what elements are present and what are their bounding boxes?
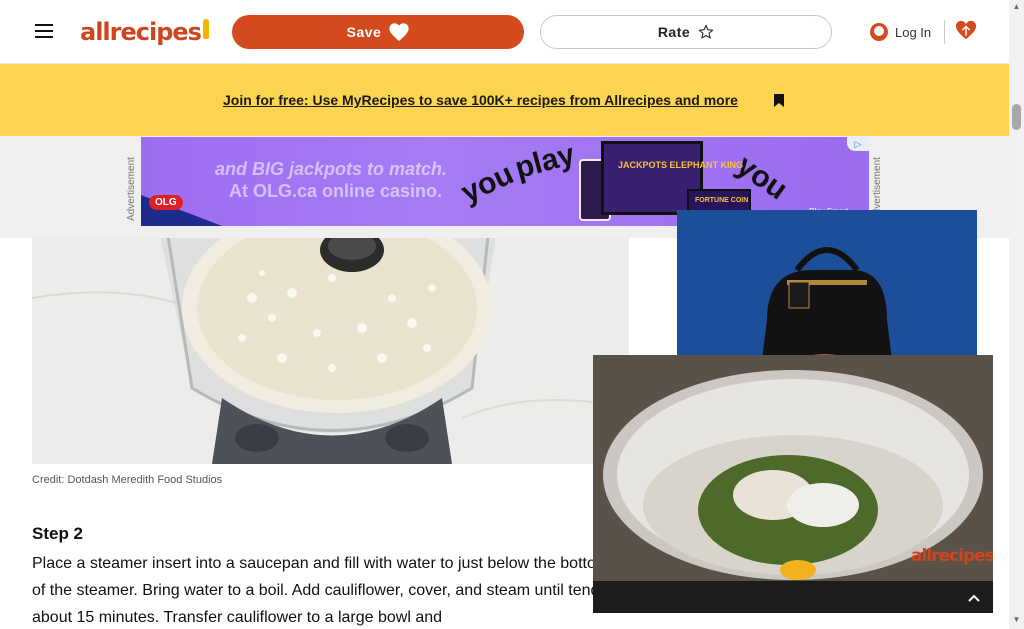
star-icon	[698, 24, 714, 39]
save-button[interactable]: Save	[232, 15, 524, 49]
step-heading: Step 2	[32, 524, 84, 543]
food-processor-illustration	[32, 238, 629, 464]
ad-word-you-1: you	[456, 157, 519, 210]
video-controls-bar	[593, 581, 993, 613]
ad-game-title-2: FORTUNE COIN	[695, 197, 749, 204]
site-header: allrecipes Save Rate Log In	[0, 0, 1009, 64]
header-divider	[944, 20, 945, 44]
menu-icon[interactable]	[33, 20, 55, 42]
floating-video-player[interactable]: allrecipes	[593, 355, 993, 613]
ad-line-2: At OLG.ca online casino.	[229, 181, 443, 201]
ad-line-1: and BIG jackpots to match.	[215, 159, 448, 179]
scroll-down-icon[interactable]: ▼	[1011, 615, 1022, 625]
rate-button-label: Rate	[657, 24, 691, 40]
scroll-up-icon[interactable]: ▲	[1011, 2, 1022, 12]
login-label: Log In	[895, 24, 932, 40]
spoon-icon	[202, 19, 209, 39]
food-processor-photo	[32, 238, 629, 464]
login-link[interactable]: Log In	[870, 20, 931, 44]
close-video-icon[interactable]	[963, 589, 985, 609]
logo-text: allrecipes	[80, 18, 202, 46]
allrecipes-logo[interactable]: allrecipes	[80, 15, 209, 49]
recipe-page: allrecipes Save Rate Log In Join for fre…	[0, 0, 1024, 629]
saved-heart-icon[interactable]	[955, 20, 977, 42]
myrecipes-join-link[interactable]: Join for free: Use MyRecipes to save 100…	[223, 92, 738, 108]
rate-button[interactable]: Rate	[540, 15, 832, 49]
olg-logo: OLG	[149, 195, 183, 210]
scrollbar-thumb[interactable]	[1012, 104, 1021, 130]
bookmark-icon[interactable]	[773, 93, 785, 108]
adchoices-icon[interactable]: ▷	[847, 137, 869, 151]
ad-word-play: play	[511, 137, 579, 186]
image-credit: Credit: Dotdash Meredith Food Studios	[32, 474, 223, 486]
heart-icon	[389, 23, 409, 41]
page-scrollbar[interactable]	[1009, 0, 1024, 629]
video-watermark-logo: allrecipes	[911, 546, 993, 566]
advertisement-label-left: Advertisement	[126, 157, 137, 221]
ad-game-title: JACKPOTS ELEPHANT KING	[618, 160, 744, 170]
user-icon	[870, 23, 888, 41]
save-button-label: Save	[346, 24, 382, 40]
step-instructions: Place a steamer insert into a saucepan a…	[32, 555, 618, 626]
